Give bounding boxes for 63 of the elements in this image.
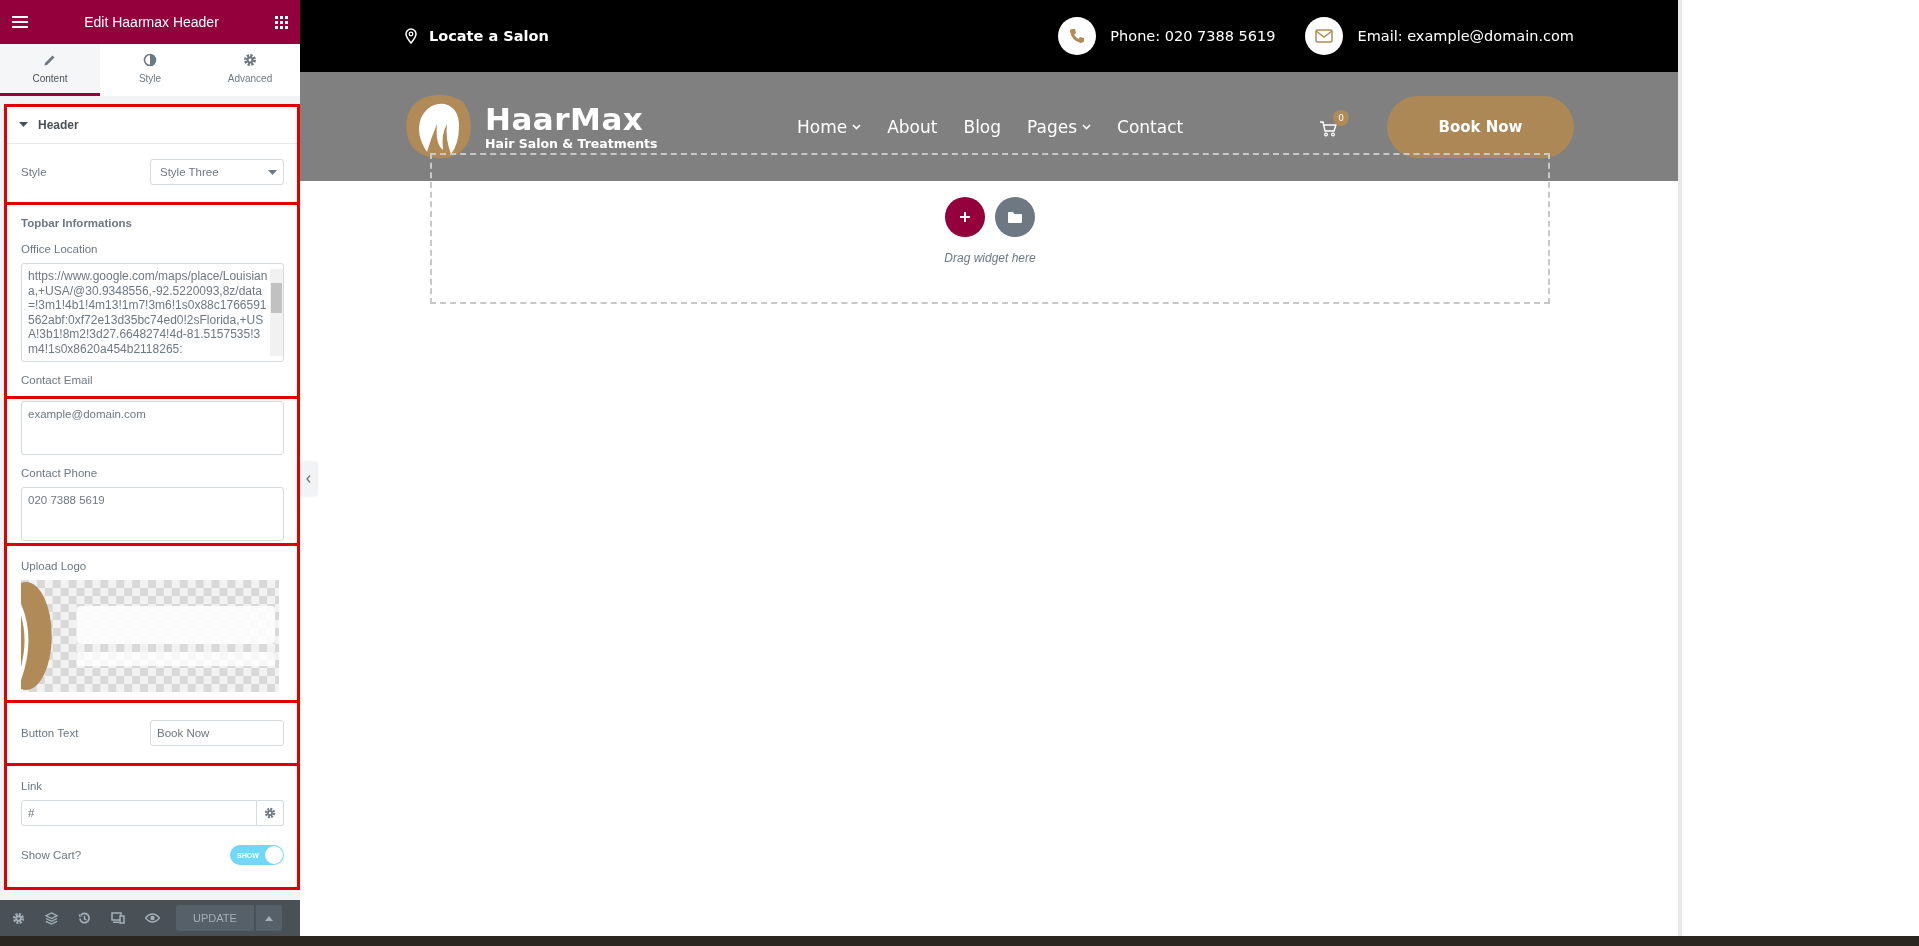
nav-link[interactable]: About <box>887 116 938 137</box>
gear-icon <box>243 53 257 67</box>
mail-icon <box>1305 17 1344 55</box>
field-label: Contact Phone <box>20 466 99 481</box>
contrast-icon <box>143 53 157 67</box>
pencil-icon <box>43 53 57 67</box>
drop-zone[interactable]: Drag widget here <box>430 153 1550 304</box>
settings-icon <box>264 807 276 819</box>
nav-link[interactable]: Blog <box>963 116 1002 137</box>
panel-title: Edit Haarmax Header <box>84 14 219 30</box>
folder-icon <box>1008 211 1022 223</box>
caret-icon <box>19 122 28 128</box>
section-header[interactable]: Header <box>7 107 297 144</box>
phone-icon <box>1058 17 1097 55</box>
brand-name: HaarMax <box>485 102 645 136</box>
update-button[interactable]: UPDATE <box>176 905 254 931</box>
email-text: Email: example@domain.com <box>1357 28 1574 44</box>
chevron-down-icon <box>852 123 862 130</box>
field-label: Link <box>20 779 44 794</box>
collapse-handle[interactable] <box>300 462 316 496</box>
field-label: Button Text <box>21 727 79 739</box>
chevron-left-icon <box>305 475 311 483</box>
add-section-button[interactable] <box>945 197 985 237</box>
menu-icon[interactable] <box>12 16 28 28</box>
field-label: Show Cart? <box>21 849 82 861</box>
layers-icon[interactable] <box>45 911 58 925</box>
location-link[interactable]: Locate a Salon <box>429 28 549 44</box>
plus-icon <box>959 211 971 223</box>
cart-icon[interactable] <box>1319 120 1337 137</box>
logo-drawing[interactable] <box>405 93 473 160</box>
caret-up-icon <box>265 915 273 921</box>
url-field[interactable]: # <box>21 800 257 826</box>
cart-count-badge: 0 <box>1333 109 1349 126</box>
chevron-down-icon <box>1082 123 1092 130</box>
nav-link[interactable]: Pages <box>1027 116 1092 137</box>
field-label: Upload Logo <box>20 559 88 574</box>
field-label: Office Location <box>20 242 99 257</box>
template-button[interactable] <box>995 197 1035 237</box>
phone-text: Phone: 020 7388 5619 <box>1110 28 1276 44</box>
nav-link[interactable]: Contact <box>1117 116 1184 137</box>
scrollbar[interactable] <box>270 269 283 356</box>
text-field[interactable]: Book Now <box>150 720 284 746</box>
eye-icon[interactable] <box>145 913 160 923</box>
nav-link[interactable]: Home <box>797 116 862 137</box>
grid-icon[interactable] <box>275 15 288 29</box>
textarea-field[interactable]: 020 7388 5619 <box>21 487 284 541</box>
editor-tab[interactable]: Content <box>0 44 100 96</box>
update-options-button[interactable] <box>256 905 282 931</box>
style-select[interactable]: Style Three <box>150 159 284 185</box>
caret-icon <box>268 169 277 175</box>
history-icon[interactable] <box>78 911 91 925</box>
field-label: Contact Email <box>20 373 94 388</box>
field-label: Style <box>21 166 47 178</box>
brand-tagline: Hair Salon & Treatments <box>485 136 658 151</box>
book-now-button[interactable]: Book Now <box>1387 95 1574 158</box>
textarea-field[interactable]: example@domain.com <box>21 401 284 455</box>
settings-button[interactable] <box>257 800 284 826</box>
drop-hint: Drag widget here <box>944 251 1036 265</box>
group-title: Topbar Informations <box>20 216 133 231</box>
map-pin-icon <box>405 28 417 44</box>
devices-icon[interactable] <box>111 912 125 924</box>
settings-icon[interactable] <box>12 911 25 925</box>
textarea-field[interactable]: https://www.google.com/maps/place/Louisiana,+USA/@30.9348556,-92.5220093,8z/data=!3m1!4b1!4m13!1m7!3m6!1s0x88c1766591562abf:0xf72e13d35bc74ed0!2sFlorida,+USA!3b1!8m2!3d27.6648274!4d-81.5157535!3m4!1s0x8620a454b2118265: <box>21 263 284 362</box>
